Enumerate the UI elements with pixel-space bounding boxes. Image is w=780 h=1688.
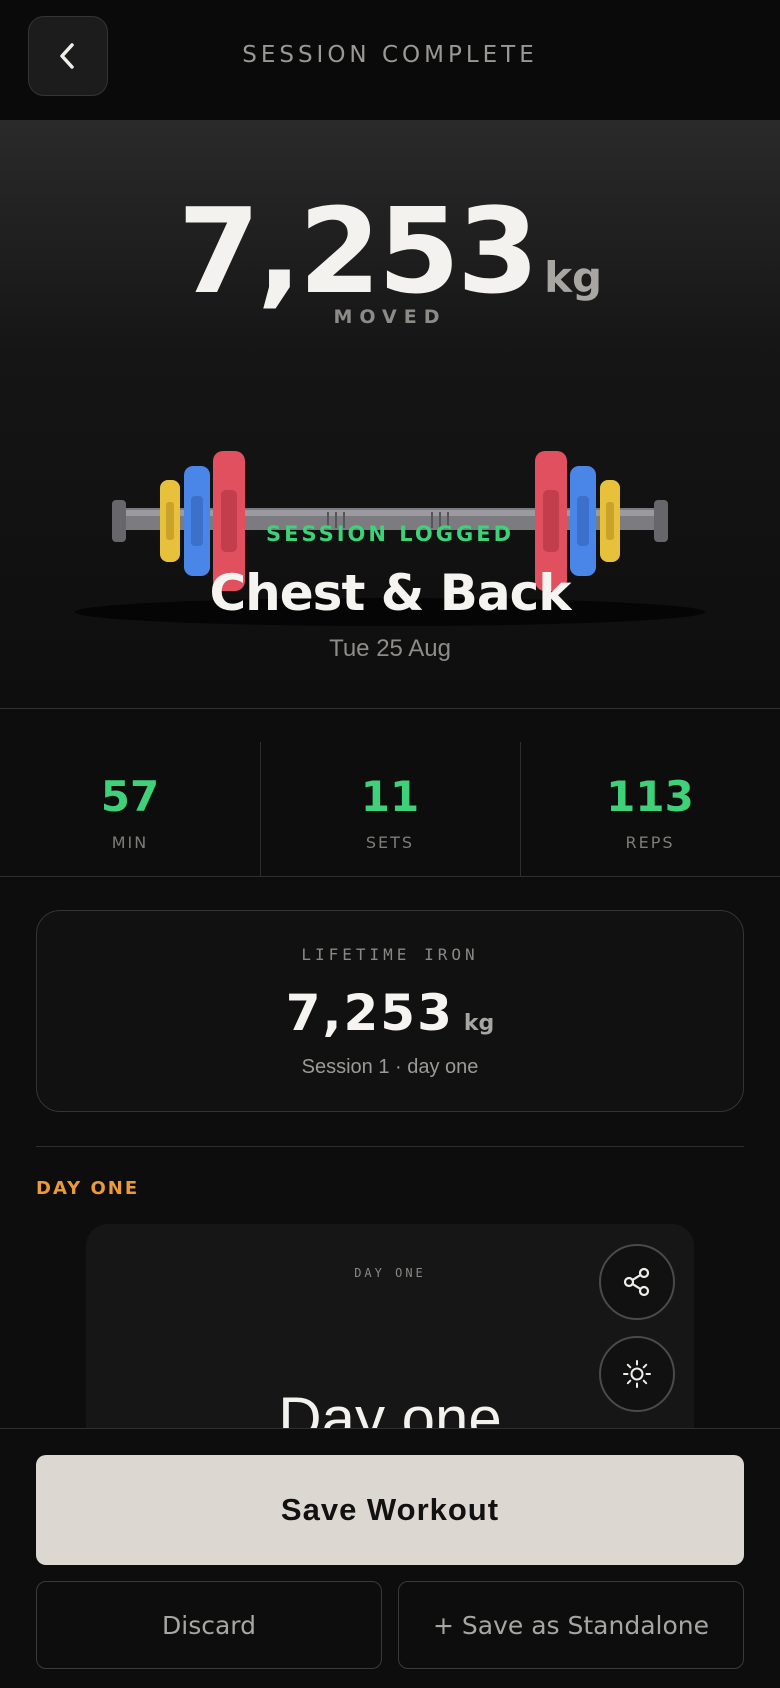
workout-name: Chest & Back	[209, 564, 571, 622]
bottom-action-bar: Save Workout Discard + Save as Standalon…	[0, 1428, 780, 1688]
share-button[interactable]	[599, 1244, 675, 1320]
total-weight-unit: kg	[544, 253, 603, 302]
stat-sets: 11 SETS	[260, 742, 520, 876]
divider	[0, 876, 780, 877]
page-title: SESSION COMPLETE	[242, 42, 538, 68]
discard-button[interactable]: Discard	[36, 1581, 382, 1669]
divider	[36, 1146, 744, 1147]
lifetime-total: 7,253 kg	[37, 984, 743, 1042]
save-standalone-button[interactable]: + Save as Standalone	[398, 1581, 744, 1669]
workout-date: Tue 25 Aug	[329, 635, 451, 662]
stat-value: 57	[100, 772, 160, 821]
stat-label: MIN	[111, 833, 149, 852]
stat-minutes: 57 MIN	[0, 742, 260, 876]
lifetime-value: 7,253	[285, 984, 454, 1042]
lifetime-unit: kg	[463, 1011, 495, 1036]
save-workout-button[interactable]: Save Workout	[36, 1455, 744, 1565]
stat-label: SETS	[365, 833, 415, 852]
sun-icon	[623, 1360, 651, 1388]
stat-value: 113	[606, 772, 694, 821]
status-badge: SESSION LOGGED	[265, 522, 515, 546]
stat-label: REPS	[625, 833, 675, 852]
stat-reps: 113 REPS	[520, 742, 780, 876]
top-bar: SESSION COMPLETE	[0, 0, 780, 120]
total-weight-value: 7,253	[177, 182, 539, 320]
lifetime-subtitle: Session 1 · day one	[301, 1056, 479, 1078]
theme-button[interactable]	[599, 1336, 675, 1412]
lifetime-card: LIFETIME IRON 7,253 kg Session 1 · day on…	[36, 910, 744, 1112]
hero-section: 7,253 kg MOVED SESSION LOGGED Chest & Bac…	[0, 120, 780, 708]
lifetime-label: LIFETIME IRON	[301, 945, 479, 964]
share-icon	[623, 1267, 650, 1297]
stats-row: 57 MIN 11 SETS 113 REPS	[0, 742, 780, 876]
total-weight: 7,253 kg	[0, 182, 780, 320]
divider	[0, 708, 780, 709]
section-label: DAY ONE	[36, 1178, 140, 1199]
stat-value: 11	[360, 772, 420, 821]
